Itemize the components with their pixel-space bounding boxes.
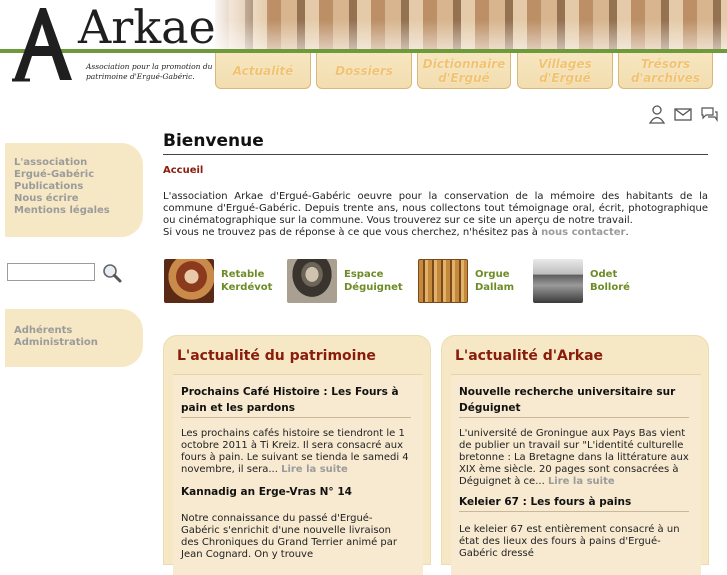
sidebar-item-publications[interactable]: Publications [14, 181, 143, 193]
news-article: Prochains Café Histoire : Les Fours à pa… [181, 384, 411, 476]
search-button[interactable] [101, 262, 123, 284]
magnifier-icon [103, 264, 122, 283]
sidebar-item-ergue-gaberic[interactable]: Ergué-Gabéric [14, 169, 143, 181]
news-panel-title: L'actualité d'Arkae [455, 348, 604, 364]
user-icon[interactable] [647, 104, 667, 124]
contact-link[interactable]: nous contacter [541, 227, 625, 238]
mail-icon[interactable] [673, 104, 693, 124]
sidebar-item-association[interactable]: L'association [14, 157, 143, 169]
breadcrumb[interactable]: Accueil [163, 165, 203, 176]
featured-espace-deguignet[interactable]: Espace Déguignet [287, 259, 403, 303]
news-article: Keleier 67 : Les fours à pains Le keleie… [459, 494, 689, 560]
logo-text[interactable]: Arkae [78, 2, 216, 52]
sidebar-item-mentions-legales[interactable]: Mentions légales [14, 205, 143, 217]
utility-icons [647, 104, 719, 124]
organ-image [418, 259, 468, 303]
article-excerpt: Notre connaissance du passé d'Ergué-Gabé… [181, 513, 398, 560]
sidebar-main-links: L'association Ergué-Gabéric Publications… [5, 143, 143, 237]
sidebar-member-links: Adhérents Administration [5, 309, 143, 367]
header-photo-banner [215, 0, 727, 50]
site-header: Arkae Association pour la promotion du p… [0, 0, 727, 96]
featured-retable-kerdevot[interactable]: Retable Kerdévot [164, 259, 272, 303]
page-title: Bienvenue [163, 131, 708, 155]
nav-tab-dictionnaire[interactable]: Dictionnaire d'Ergué [417, 53, 511, 89]
read-more-link[interactable]: Lire la suite [548, 476, 615, 487]
news-panel-title: L'actualité du patrimoine [177, 348, 376, 364]
intro-paragraph: L'association Arkae d'Ergué-Gabéric oeuv… [163, 191, 708, 226]
intro-text: L'association Arkae d'Ergué-Gabéric oeuv… [163, 191, 708, 238]
read-more-link[interactable]: Lire la suite [281, 464, 348, 475]
sidebar-item-nous-ecrire[interactable]: Nous écrire [14, 193, 143, 205]
search-input[interactable] [7, 263, 95, 281]
deguignet-portrait-image [287, 259, 337, 303]
article-excerpt: Le keleier 67 est entièrement consacré à… [459, 524, 680, 559]
factory-image [533, 259, 583, 303]
nav-tab-dossiers[interactable]: Dossiers [316, 53, 412, 89]
article-title[interactable]: Keleier 67 : Les fours à pains [459, 494, 689, 512]
news-article: Nouvelle recherche universitaire sur Dég… [459, 384, 689, 488]
logo-subtitle: Association pour la promotion du patrimo… [86, 62, 213, 81]
article-title[interactable]: Prochains Café Histoire : Les Fours à pa… [181, 384, 411, 418]
news-article: Kannadig an Erge-Vras N° 14 Notre connai… [181, 484, 411, 561]
nav-tab-villages[interactable]: Villages d'Ergué [517, 53, 613, 89]
intro-contact-text: Si vous ne trouvez pas de réponse à ce q… [163, 227, 542, 238]
article-title[interactable]: Nouvelle recherche universitaire sur Dég… [459, 384, 689, 418]
news-panel-patrimoine: L'actualité du patrimoine Prochains Café… [163, 335, 431, 575]
sidebar-item-administration[interactable]: Administration [14, 337, 143, 349]
logo-letter-icon[interactable] [10, 2, 80, 82]
featured-odet-bollore[interactable]: Odet Bolloré [533, 259, 630, 303]
sidebar-item-adherents[interactable]: Adhérents [14, 325, 143, 337]
featured-orgue-dallam[interactable]: Orgue Dallam [418, 259, 514, 303]
chat-icon[interactable] [699, 104, 719, 124]
article-title[interactable]: Kannadig an Erge-Vras N° 14 [181, 484, 411, 501]
nav-tab-actualite[interactable]: Actualité [215, 53, 311, 89]
news-panel-arkae: L'actualité d'Arkae Nouvelle recherche u… [441, 335, 709, 575]
retable-image [164, 259, 214, 303]
nav-tab-tresors[interactable]: Trésors d'archives [618, 53, 713, 89]
